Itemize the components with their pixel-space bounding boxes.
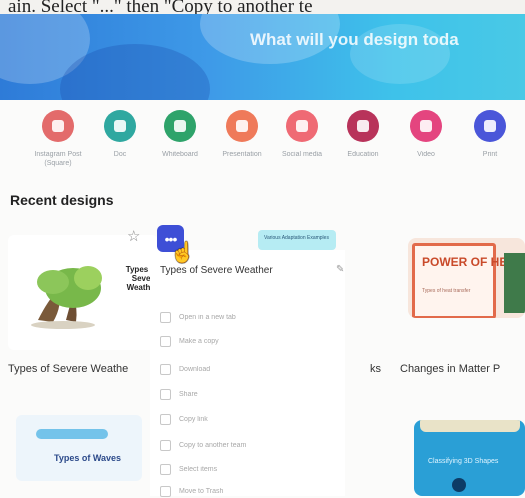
menu-item-label: Move to Trash	[179, 487, 224, 495]
select-icon	[160, 463, 171, 475]
category-label: Social media	[281, 151, 323, 158]
star-icon[interactable]: ☆	[127, 227, 140, 245]
menu-item-label: Copy to another team	[179, 441, 247, 449]
design-title[interactable]: Changes in Matter P	[400, 363, 500, 375]
design-title[interactable]: Types of Severe Weathe	[8, 363, 128, 375]
graduation-cap-icon	[347, 110, 379, 142]
external-link-icon	[160, 311, 171, 323]
menu-item-open-new-tab[interactable]: Open in a new tab	[160, 310, 236, 324]
menu-item-label: Share	[179, 390, 198, 398]
menu-item-label: Make a copy	[179, 337, 219, 345]
presentation-icon	[226, 110, 258, 142]
category-label: Education	[347, 151, 379, 158]
menu-item-label: Open in a new tab	[179, 313, 236, 321]
copy-icon	[160, 335, 171, 347]
menu-item-select-items[interactable]: Select items	[160, 462, 217, 476]
category-presentation[interactable]: Presentation	[212, 110, 272, 159]
category-doc[interactable]: Doc	[90, 110, 150, 159]
category-video[interactable]: Video	[396, 110, 456, 159]
category-label: Presentation	[222, 151, 262, 158]
share-icon	[160, 388, 171, 400]
doc-icon	[104, 110, 136, 142]
section-title-recent-designs: Recent designs	[10, 192, 114, 208]
hand-cursor-icon: ☝	[170, 242, 195, 264]
team-icon	[160, 439, 171, 451]
category-instagram-post[interactable]: Instagram Post (Square)	[28, 110, 88, 168]
thumbnail-image	[504, 253, 525, 313]
design-card-classifying-shapes[interactable]: Classifying 3D Shapes	[414, 420, 525, 496]
trash-icon	[160, 485, 171, 497]
menu-item-download[interactable]: Download	[160, 362, 210, 376]
category-whiteboard[interactable]: Whiteboard	[150, 110, 210, 159]
design-card-power-of-heat[interactable]: POWER OF HEAT Types of heat transfer	[408, 238, 525, 318]
hero-banner: What will you design toda	[0, 14, 525, 100]
design-title[interactable]: ks	[370, 363, 381, 375]
menu-item-label: Download	[179, 365, 211, 373]
design-thumbnail-adaptation[interactable]: Various Adaptation Examples	[258, 230, 336, 250]
design-context-menu: Types of Severe Weather ✎ Open in a new …	[150, 250, 345, 497]
design-card-severe-weather[interactable]: Types of Severe Weather	[8, 235, 158, 350]
thumbnail-title: Classifying 3D Shapes	[428, 458, 499, 465]
whiteboard-icon	[164, 110, 196, 142]
pencil-icon[interactable]: ✎	[336, 264, 344, 275]
wave-shape	[36, 429, 108, 439]
thumbnail-subtitle: Types of heat transfer	[422, 288, 471, 294]
category-label: Doc	[113, 151, 127, 158]
category-social-media[interactable]: Social media	[272, 110, 332, 159]
menu-item-copy-to-another-team[interactable]: Copy to another team	[160, 438, 246, 452]
menu-item-label: Copy link	[179, 415, 208, 423]
menu-item-label: Select items	[179, 465, 218, 473]
tree-illustration	[31, 266, 102, 329]
category-label: Print	[482, 151, 498, 158]
design-card-types-of-waves[interactable]: Types of Waves	[16, 415, 142, 481]
print-icon	[474, 110, 506, 142]
thumbnail-shape	[452, 478, 466, 492]
category-label: Whiteboard	[162, 151, 198, 158]
download-icon	[160, 363, 171, 375]
menu-title: Types of Severe Weather	[160, 265, 273, 276]
video-icon	[410, 110, 442, 142]
social-media-icon	[286, 110, 318, 142]
thumbnail-title: Various Adaptation Examples	[264, 235, 329, 241]
instagram-icon	[42, 110, 74, 142]
thumbnail-title: Types of Waves	[54, 453, 122, 463]
thumbnail-decoration	[420, 420, 520, 432]
menu-item-make-copy[interactable]: Make a copy	[160, 334, 219, 348]
category-label: Instagram Post (Square)	[34, 151, 82, 167]
category-label: Video	[417, 151, 435, 158]
category-print[interactable]: Print	[460, 110, 520, 159]
menu-item-share[interactable]: Share	[160, 387, 198, 401]
banner-title: What will you design toda	[250, 30, 459, 49]
menu-item-copy-link[interactable]: Copy link	[160, 412, 208, 426]
category-education[interactable]: Education	[333, 110, 393, 159]
link-icon	[160, 413, 171, 425]
